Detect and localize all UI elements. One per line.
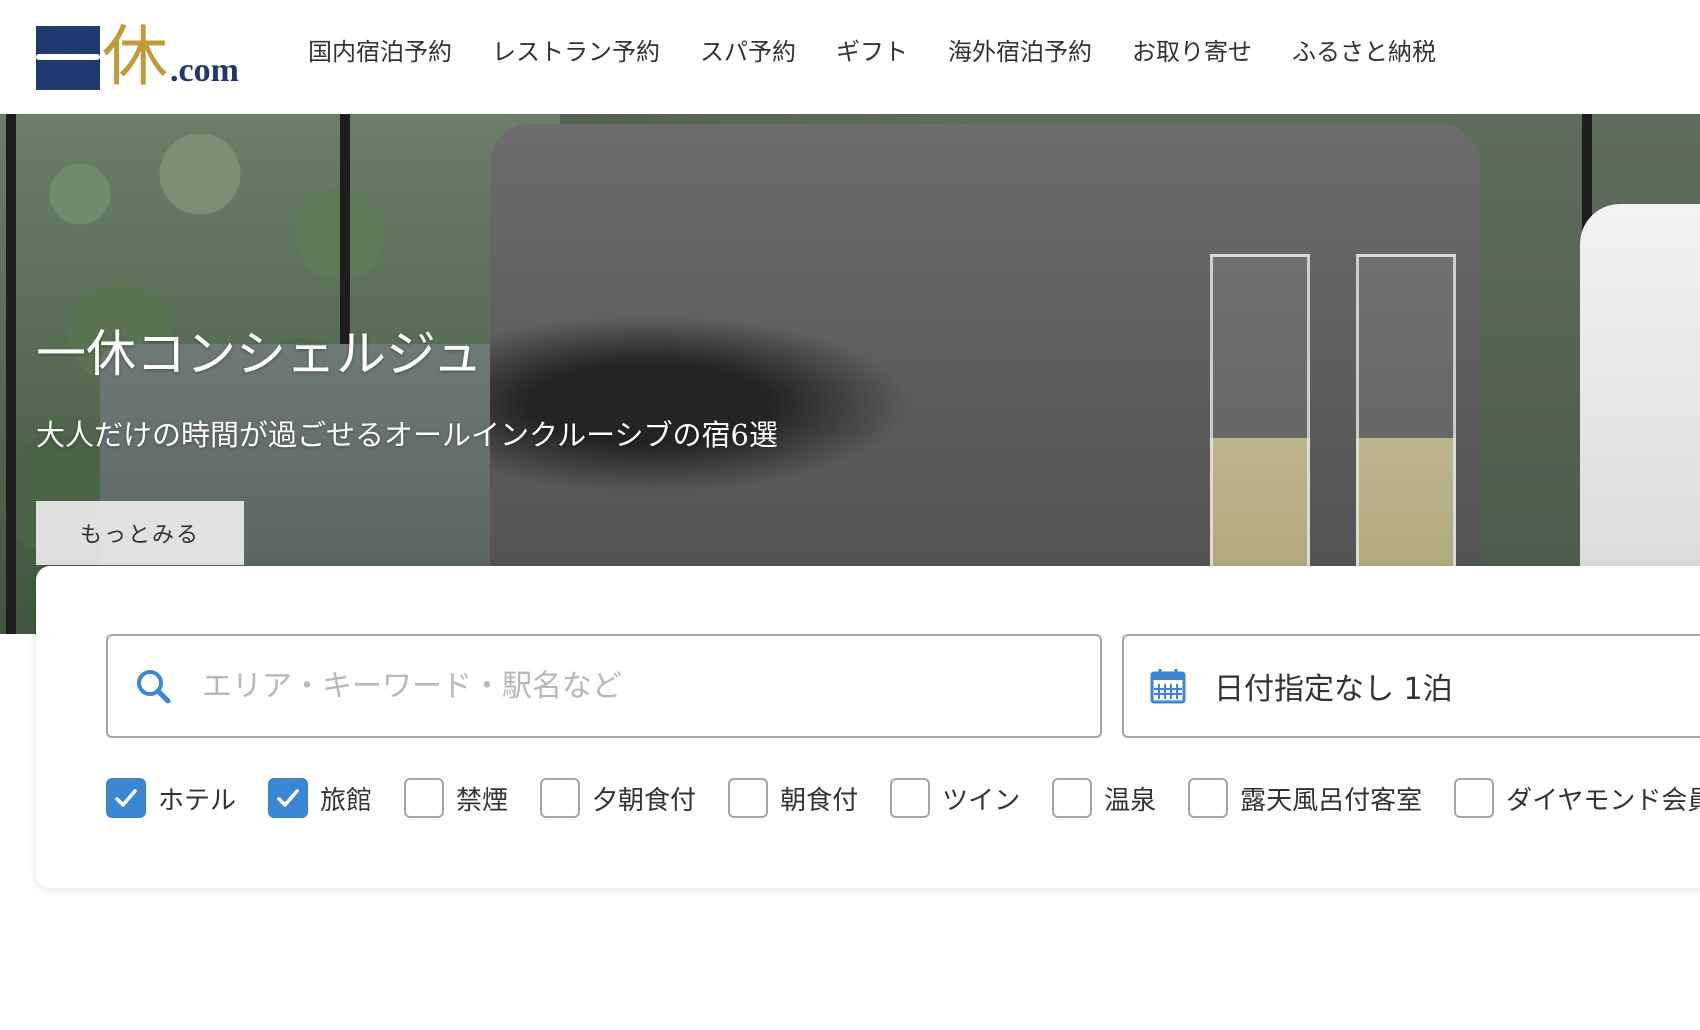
main-nav: 国内宿泊予約 レストラン予約 スパ予約 ギフト 海外宿泊予約 お取り寄せ ふるさ…	[308, 32, 1436, 72]
keyword-input[interactable]	[200, 667, 1060, 705]
nav-domestic-stay[interactable]: 国内宿泊予約	[308, 32, 452, 72]
hero-railing	[6, 114, 16, 634]
logo-kanji: 休	[102, 18, 168, 95]
filter-label: 露天風呂付客室	[1240, 785, 1423, 816]
filter-label: 温泉	[1104, 785, 1157, 816]
filter-label: ツイン	[942, 785, 1021, 816]
hero-subtitle: 大人だけの時間が過ごせるオールインクルーシブの宿6選	[36, 418, 779, 452]
checkbox[interactable]	[106, 778, 146, 818]
nav-spa[interactable]: スパ予約	[700, 32, 796, 72]
checkbox[interactable]	[1188, 778, 1229, 818]
nav-restaurant[interactable]: レストラン予約	[492, 32, 660, 72]
checkbox[interactable]	[1052, 778, 1093, 818]
hero-cushion	[490, 124, 1480, 634]
filter-non-smoking[interactable]: 禁煙	[404, 778, 508, 818]
filter-label: 夕朝食付	[592, 785, 697, 816]
checkbox[interactable]	[268, 778, 309, 818]
site-header: 休 .com 国内宿泊予約 レストラン予約 スパ予約 ギフト 海外宿泊予約 お取…	[0, 0, 1700, 114]
filter-diamond-member[interactable]: ダイヤモンド会員	[1454, 778, 1700, 818]
filter-label: 朝食付	[780, 785, 859, 816]
nav-mail-order[interactable]: お取り寄せ	[1132, 32, 1252, 72]
filter-hotel[interactable]: ホテル	[106, 778, 236, 818]
logo-suffix: .com	[170, 52, 239, 89]
check-icon	[115, 789, 137, 807]
filter-label: 禁煙	[456, 785, 509, 816]
filter-label: 旅館	[320, 785, 373, 816]
filter-dinner-breakfast[interactable]: 夕朝食付	[540, 778, 696, 818]
keyword-search-box[interactable]	[106, 634, 1102, 738]
check-icon	[277, 789, 299, 807]
hero-banner[interactable]: 一休コンシェルジュ 大人だけの時間が過ごせるオールインクルーシブの宿6選 もっと…	[0, 114, 1700, 634]
checkbox[interactable]	[890, 778, 931, 818]
filter-ryokan[interactable]: 旅館	[268, 778, 372, 818]
filter-twin[interactable]: ツイン	[890, 778, 1020, 818]
hero-title: 一休コンシェルジュ	[36, 325, 483, 383]
date-label: 日付指定なし 1泊	[1214, 672, 1453, 707]
nav-furusato-tax[interactable]: ふるさと納税	[1292, 32, 1436, 72]
filter-onsen[interactable]: 温泉	[1052, 778, 1156, 818]
checkbox[interactable]	[540, 778, 581, 818]
filter-label: ダイヤモンド会員	[1506, 785, 1700, 816]
nav-overseas-stay[interactable]: 海外宿泊予約	[948, 32, 1092, 72]
checkbox[interactable]	[1454, 778, 1495, 818]
checkbox[interactable]	[728, 778, 769, 818]
ikyu-logo[interactable]: 休 .com	[36, 20, 266, 90]
more-button[interactable]: もっとみる	[36, 501, 244, 565]
filter-label: ホテル	[158, 785, 237, 816]
search-panel: 日付指定なし 1泊 ホテル 旅館 禁煙 夕朝食付	[36, 566, 1700, 888]
filter-breakfast[interactable]: 朝食付	[728, 778, 858, 818]
calendar-icon	[1150, 669, 1186, 704]
date-picker[interactable]: 日付指定なし 1泊	[1122, 634, 1700, 738]
checkbox[interactable]	[404, 778, 445, 818]
logo-mark	[36, 26, 100, 90]
search-icon	[137, 670, 171, 704]
filter-private-open-air-bath[interactable]: 露天風呂付客室	[1188, 778, 1422, 818]
filter-checkboxes: ホテル 旅館 禁煙 夕朝食付 朝食付 ツイン 温泉 露天風呂付客室 ダイヤモンド…	[106, 778, 1700, 818]
nav-gift[interactable]: ギフト	[836, 32, 908, 72]
